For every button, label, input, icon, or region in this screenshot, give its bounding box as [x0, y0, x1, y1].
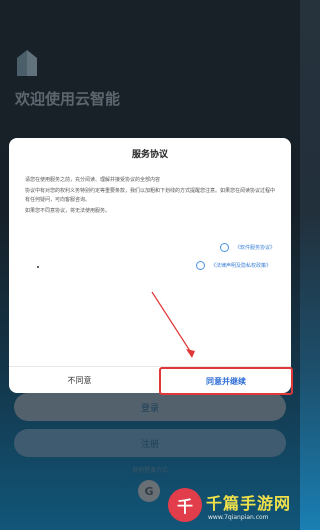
dialog-paragraph: 请您在使用服务之前，充分阅读、理解并接受协议的全部内容: [25, 177, 161, 183]
software-agreement-label: 《软件服务协议》: [235, 245, 276, 251]
dialog-paragraph: 如果您不同意协议，将无法使用服务。: [25, 208, 111, 214]
radio-icon[interactable]: [220, 243, 229, 252]
agree-continue-label: 同意并继续: [206, 376, 246, 386]
service-agreement-dialog: 服务协议 请您在使用服务之前，充分阅读、理解并接受协议的全部内容 协议中有对您的…: [9, 138, 293, 395]
disagree-label: 不同意: [67, 375, 92, 385]
privacy-policy-link[interactable]: 《法律声明及隐私权政策》: [196, 261, 271, 270]
software-agreement-link[interactable]: 《软件服务协议》: [220, 243, 275, 252]
agree-continue-button[interactable]: 同意并继续: [159, 367, 293, 395]
dialog-title: 服务协议: [131, 150, 168, 160]
dialog-paragraph: 协议中有对您的权利义务特别约定等重要条款，我们以加粗和下划线的方式提醒您注意。如…: [25, 188, 276, 203]
dialog-body: 请您在使用服务之前，充分阅读、理解并接受协议的全部内容 协议中有对您的权利义务特…: [25, 176, 277, 218]
watermark-url: www.7qianpian.com: [208, 514, 269, 521]
disagree-button[interactable]: 不同意: [9, 367, 150, 393]
dot-mark: [37, 266, 39, 268]
radio-icon[interactable]: [196, 261, 205, 270]
privacy-policy-label: 《法律声明及隐私权政策》: [211, 263, 272, 269]
watermark-text: 千篇手游网: [206, 494, 292, 513]
watermark: 千 千篇手游网 www.7qianpian.com: [168, 484, 298, 528]
watermark-logo-icon: 千: [168, 488, 202, 522]
